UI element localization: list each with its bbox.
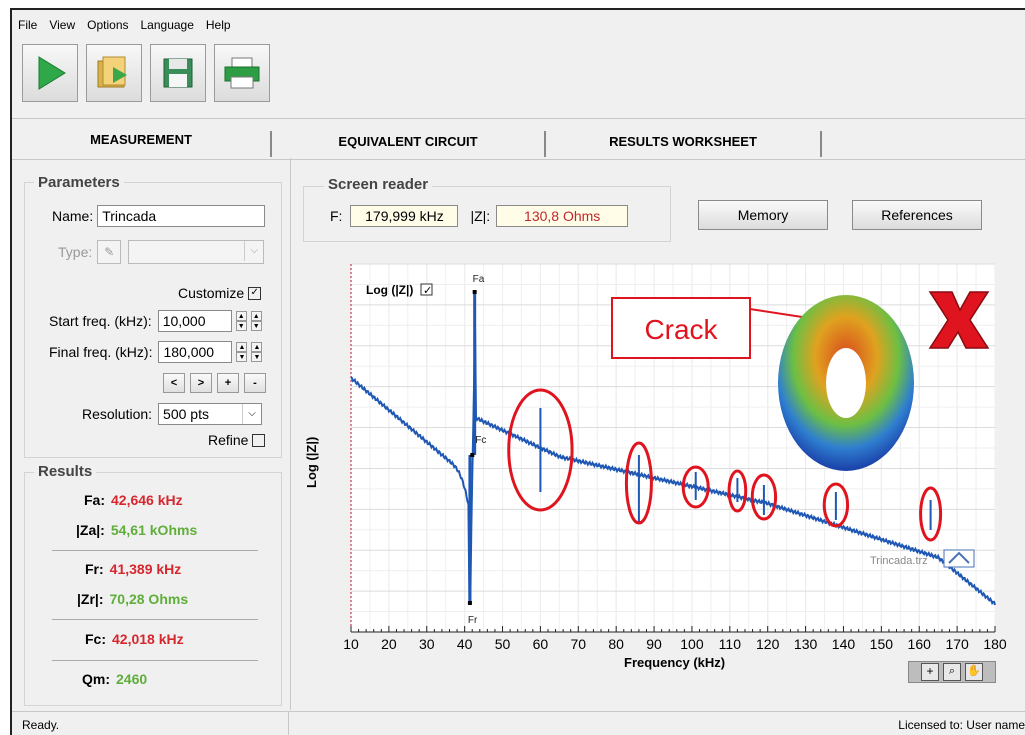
x-axis-label: Frequency (kHz) bbox=[624, 655, 726, 670]
plot-tools: + ⌕ ✋ bbox=[908, 661, 996, 683]
log-checkbox-check: ✓ bbox=[423, 285, 432, 297]
x-tick-label: 150 bbox=[870, 636, 894, 652]
fa-label: Fa bbox=[473, 274, 485, 285]
x-tick-label: 170 bbox=[945, 636, 969, 652]
log-checkbox-label: Log (|Z|) bbox=[366, 283, 413, 297]
crack-label: Crack bbox=[644, 314, 718, 345]
x-tick-label: 40 bbox=[457, 636, 473, 652]
x-tick-label: 160 bbox=[908, 636, 932, 652]
x-tick-label: 100 bbox=[680, 636, 704, 652]
file-label: Trincada.trz bbox=[870, 555, 928, 567]
x-tick-label: 50 bbox=[495, 636, 511, 652]
x-tick-label: 70 bbox=[571, 636, 587, 652]
x-tick-label: 20 bbox=[381, 636, 397, 652]
fc-label: Fc bbox=[475, 435, 486, 446]
fr-marker bbox=[467, 601, 472, 605]
x-tick-label: 60 bbox=[533, 636, 549, 652]
fr-label: Fr bbox=[468, 615, 478, 626]
pan-hand-icon[interactable]: ✋ bbox=[965, 663, 983, 681]
x-tick-label: 80 bbox=[608, 636, 624, 652]
crosshair-icon[interactable]: + bbox=[921, 663, 939, 681]
torus-hole bbox=[826, 348, 866, 418]
x-tick-label: 130 bbox=[794, 636, 818, 652]
x-tick-label: 90 bbox=[646, 636, 662, 652]
fa-marker bbox=[472, 290, 477, 294]
zoom-icon[interactable]: ⌕ bbox=[943, 663, 961, 681]
x-tick-label: 30 bbox=[419, 636, 435, 652]
x-tick-label: 110 bbox=[719, 636, 742, 652]
fc-marker bbox=[470, 453, 475, 457]
x-tick-label: 120 bbox=[756, 636, 780, 652]
x-tick-label: 180 bbox=[983, 636, 1007, 652]
x-tick-label: 140 bbox=[832, 636, 856, 652]
impedance-plot[interactable]: 10 20 30 40 50 60 70 80 90 100 110 120 130 140 150 160 1… bbox=[0, 0, 1025, 735]
x-tick-label: 10 bbox=[343, 636, 359, 652]
